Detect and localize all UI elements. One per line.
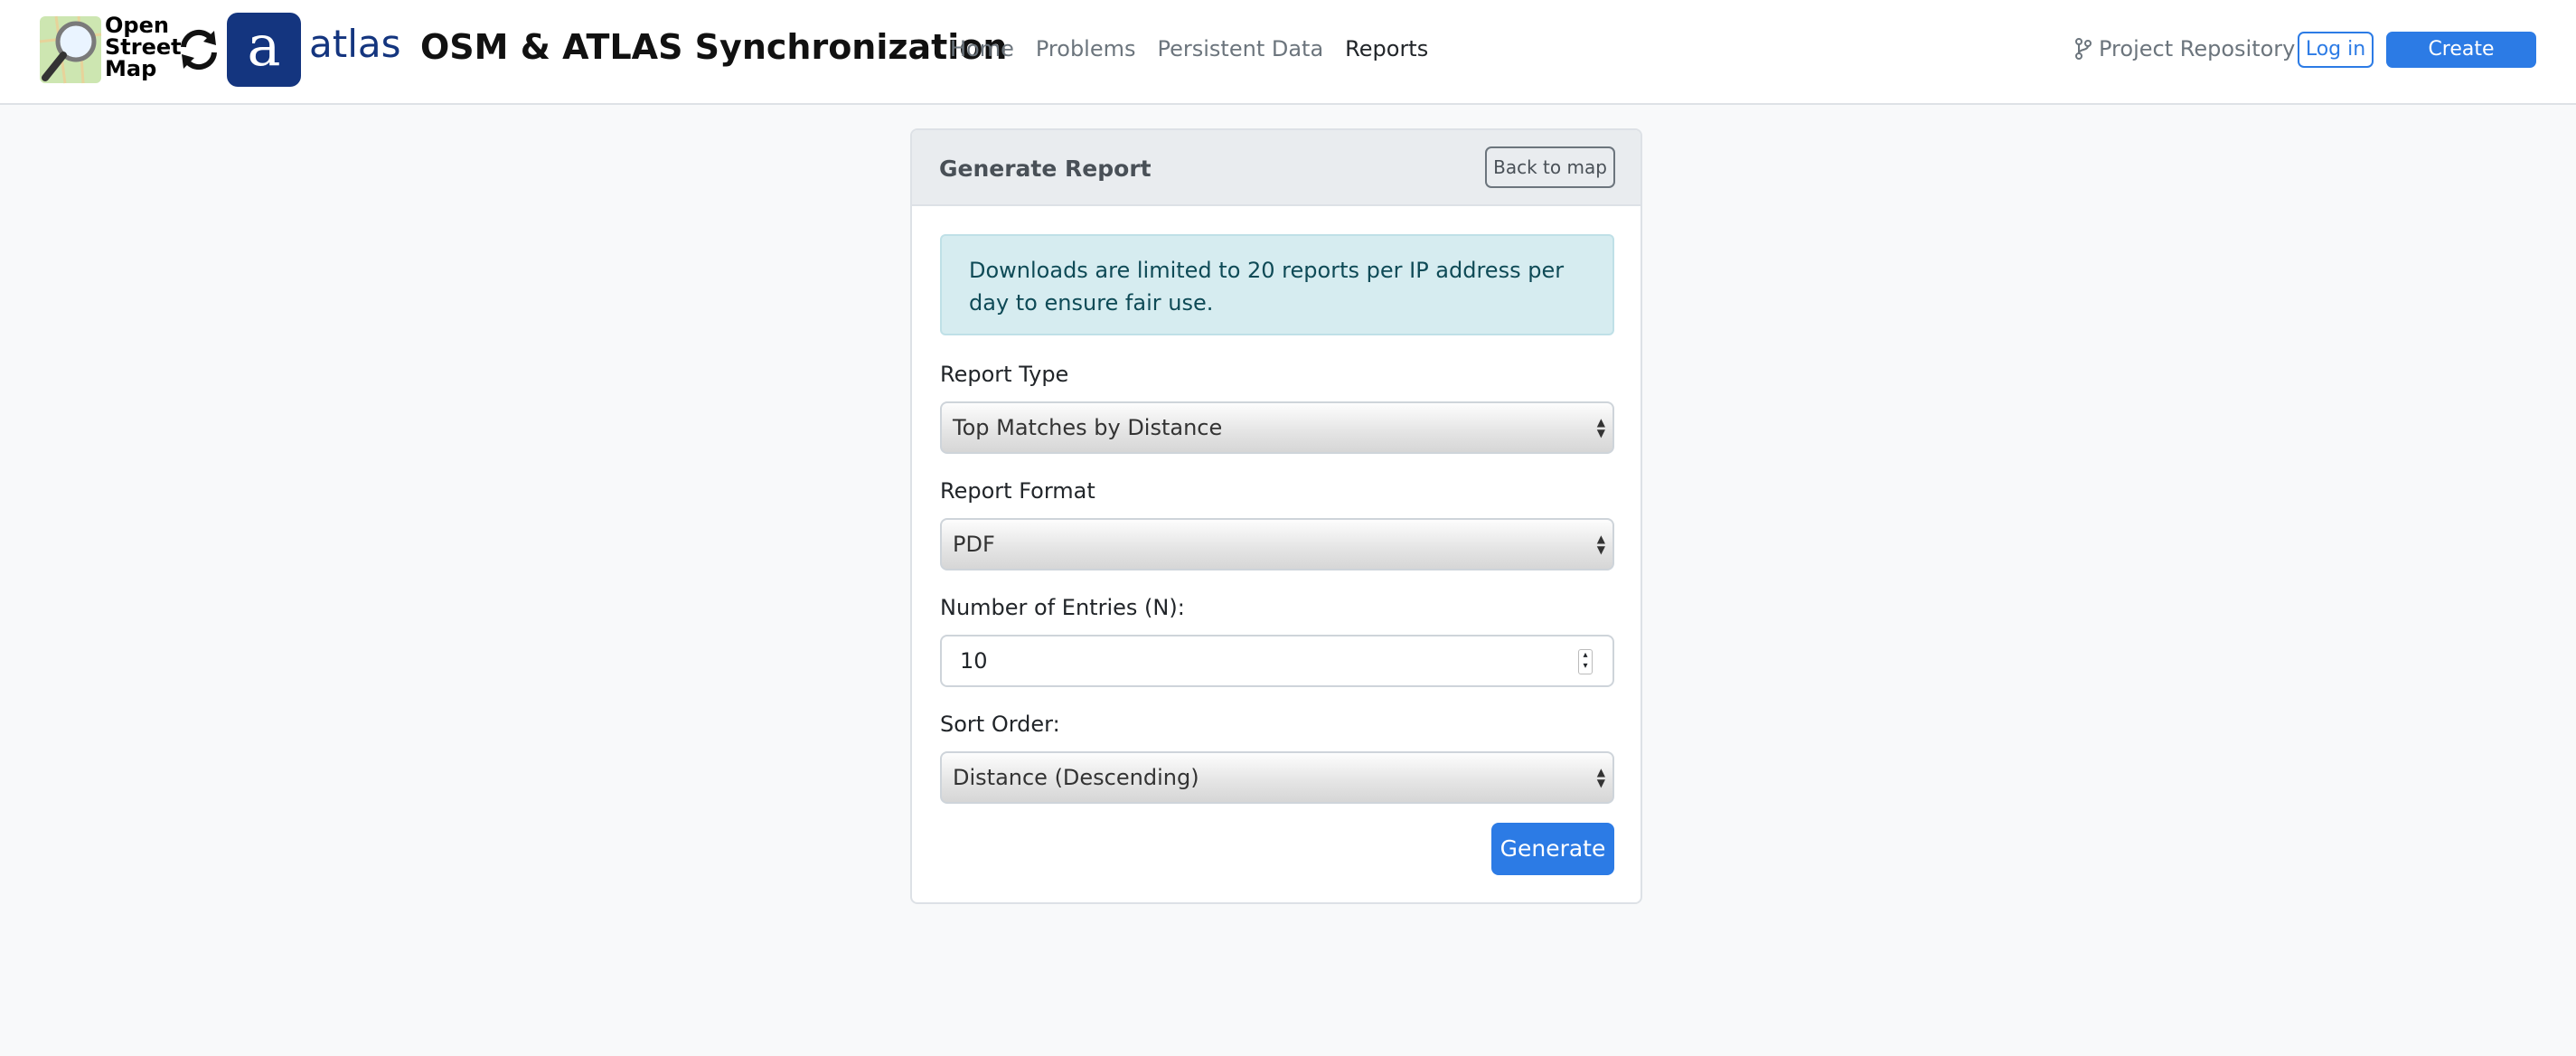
number-spinner-icon[interactable]: ▴ ▾ <box>1578 649 1593 674</box>
git-branch-icon <box>2075 38 2092 60</box>
osm-word-map: Map <box>105 56 157 81</box>
select-arrows-icon: ▲ ▼ <box>1596 533 1605 556</box>
osm-word-open: Open <box>105 13 169 38</box>
report-type-label: Report Type <box>940 362 1069 387</box>
select-arrows-icon: ▲ ▼ <box>1596 766 1605 789</box>
osm-word-street: Street <box>105 34 182 60</box>
generate-button[interactable]: Generate <box>1491 823 1614 875</box>
create-account-button[interactable]: Create account <box>2386 32 2536 97</box>
nav-persistent-data[interactable]: Persistent Data <box>1158 36 1324 61</box>
atlas-wordmark: atlas <box>309 22 401 66</box>
report-type-select[interactable]: Top Matches by Distance ▲ ▼ <box>940 401 1614 454</box>
nav-problems[interactable]: Problems <box>1036 36 1136 61</box>
report-format-label: Report Format <box>940 478 1095 504</box>
atlas-logo-badge[interactable]: a <box>227 13 301 87</box>
back-to-map-button[interactable]: Back to map <box>1485 146 1615 188</box>
project-repository-label: Project Repository <box>2099 36 2296 61</box>
sort-order-value: Distance (Descending) <box>953 765 1199 790</box>
sort-order-label: Sort Order: <box>940 712 1060 737</box>
report-format-value: PDF <box>953 532 995 557</box>
project-repository-link[interactable]: Project Repository <box>2075 36 2295 61</box>
sort-order-select[interactable]: Distance (Descending) ▲ ▼ <box>940 751 1614 804</box>
navbar: Open Street Map a atlas OSM & ATLAS Sync… <box>0 0 2576 105</box>
entries-label: Number of Entries (N): <box>940 595 1185 620</box>
entries-number-input[interactable]: 10 ▴ ▾ <box>940 635 1614 687</box>
entries-value: 10 <box>960 648 988 674</box>
osm-wordmark: Open Street Map <box>105 14 182 80</box>
card-title: Generate Report <box>939 156 1152 182</box>
site-title[interactable]: OSM & ATLAS Synchronization <box>420 27 1008 67</box>
sync-icon <box>181 30 217 70</box>
report-type-value: Top Matches by Distance <box>953 415 1223 440</box>
card-header: Generate Report Back to map <box>912 130 1641 206</box>
osm-magnifier-logo-icon[interactable] <box>38 14 103 85</box>
generate-report-card: Generate Report Back to map Downloads ar… <box>910 128 1642 904</box>
report-format-select[interactable]: PDF ▲ ▼ <box>940 518 1614 570</box>
login-button[interactable]: Log in <box>2298 32 2374 68</box>
main-nav: Home Problems Persistent Data Reports <box>950 36 1450 61</box>
nav-home[interactable]: Home <box>950 36 1014 61</box>
select-arrows-icon: ▲ ▼ <box>1596 416 1605 439</box>
download-limit-alert: Downloads are limited to 20 reports per … <box>940 234 1614 335</box>
nav-reports[interactable]: Reports <box>1345 36 1428 61</box>
